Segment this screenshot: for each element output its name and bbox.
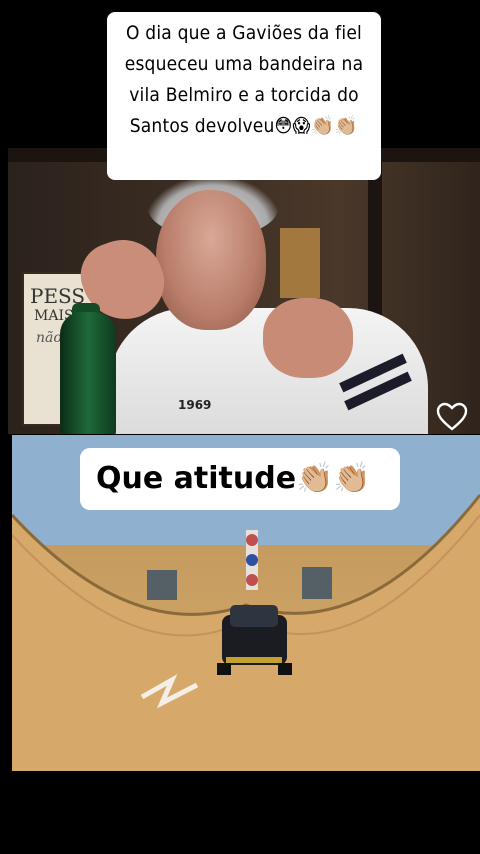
reaction-caption-text: Que atitude👏🏼👏🏼 <box>96 461 371 496</box>
poster-text: não <box>36 330 62 346</box>
top-video[interactable]: PESS MAIS não 1969 <box>8 148 480 434</box>
man-head <box>156 190 266 330</box>
jacket-text: 1969 <box>178 398 212 412</box>
caption-line: O dia que a Gaviões da fiel <box>125 22 362 44</box>
caption-overlay: O dia que a Gaviões da fiel esqueceu uma… <box>107 12 381 180</box>
man-hand <box>263 298 353 378</box>
bottle <box>60 312 116 434</box>
heart-icon[interactable] <box>436 402 468 432</box>
caption-line: Santos devolveu😳😱👏🏼👏🏼 <box>129 115 359 137</box>
caption-line: vila Belmiro e a torcida do <box>129 84 359 106</box>
wall-frame <box>280 228 320 298</box>
caption-line: esqueceu uma bandeira na <box>124 53 364 75</box>
reaction-caption: Que atitude👏🏼👏🏼 <box>80 448 400 510</box>
